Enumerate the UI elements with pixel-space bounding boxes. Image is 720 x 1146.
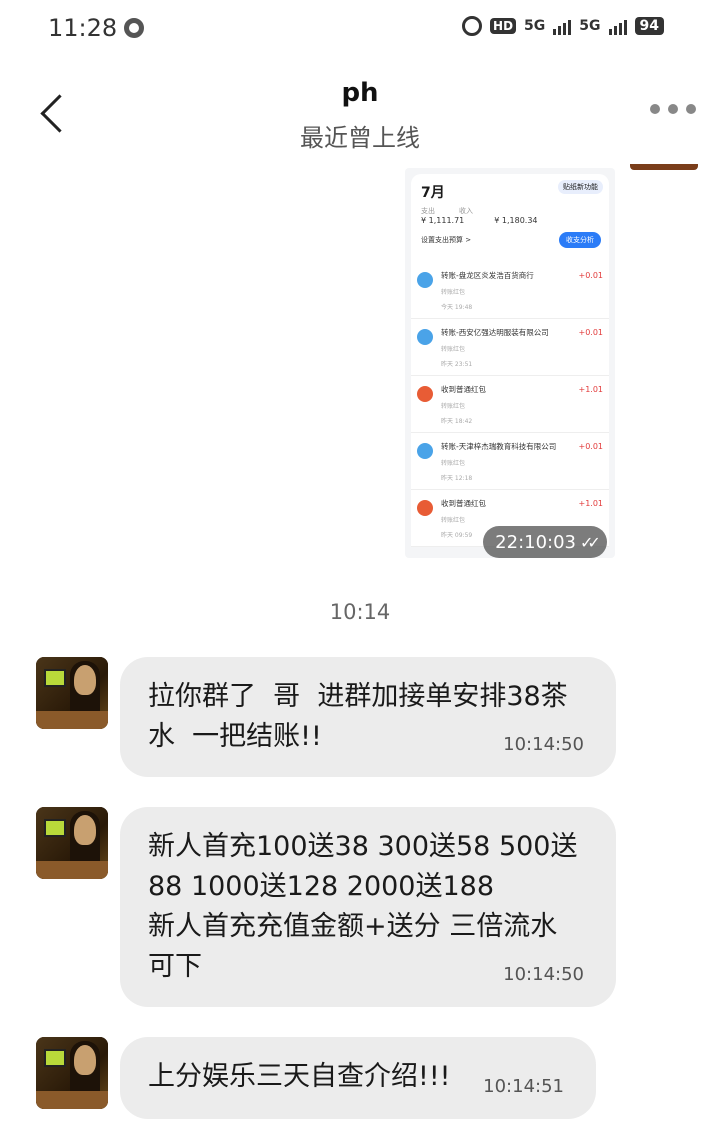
user-icon bbox=[417, 329, 433, 345]
income-amount: ¥ 1,180.34 bbox=[494, 216, 538, 225]
message-time: 10:14:50 bbox=[503, 734, 584, 755]
alarm-icon bbox=[462, 16, 483, 36]
more-options-button[interactable] bbox=[650, 104, 696, 114]
hd-icon: HD bbox=[490, 18, 517, 34]
last-seen-status: 最近曾上线 bbox=[300, 124, 420, 152]
image-timestamp: 22:10:03 ✓✓ bbox=[483, 526, 607, 558]
sim2-label: 5G bbox=[579, 18, 601, 34]
message-bubble[interactable]: 拉你群了 哥 进群加接单安排38茶 水 一把结账!! 10:14:50 bbox=[120, 657, 616, 777]
bill-summary: 7月 贴纸新功能 支出 收入 ¥ 1,111.71 ¥ 1,180.34 设置支出预… bbox=[411, 174, 609, 262]
time-separator: 10:14 bbox=[329, 600, 391, 624]
avatar[interactable] bbox=[36, 657, 108, 729]
previous-image-edge bbox=[630, 164, 698, 170]
transaction-list: 转账-盘龙区炎发浩百货商行 转账红包 今天 19:48 +0.01 转账-西安亿… bbox=[411, 262, 609, 547]
status-time: 11:28 bbox=[48, 14, 118, 42]
analysis-button: 收支分析 bbox=[559, 232, 601, 248]
new-feature-badge: 贴纸新功能 bbox=[558, 180, 603, 194]
list-item: 收到普通红包 转账红包 昨天 18:42 +1.01 bbox=[411, 376, 609, 433]
income-label: 收入 bbox=[459, 207, 473, 215]
signal-icon bbox=[608, 17, 627, 35]
list-item: 转账-西安亿强达明服装有限公司 转账红包 昨天 23:51 +0.01 bbox=[411, 319, 609, 376]
red-packet-icon bbox=[417, 500, 433, 516]
user-icon bbox=[417, 443, 433, 459]
chat-header: ph 最近曾上线 bbox=[0, 60, 720, 170]
signal-icon bbox=[553, 17, 572, 35]
battery-icon: 94 bbox=[634, 17, 664, 35]
status-bar: 11:28 HD 5G 5G 94 bbox=[0, 0, 720, 56]
list-item: 转账-盘龙区炎发浩百货商行 转账红包 今天 19:48 +0.01 bbox=[411, 262, 609, 319]
image-message[interactable]: 7月 贴纸新功能 支出 收入 ¥ 1,111.71 ¥ 1,180.34 设置支出预… bbox=[405, 168, 615, 558]
chrome-icon bbox=[124, 18, 144, 38]
double-check-icon: ✓✓ bbox=[580, 532, 601, 552]
status-icons: HD 5G 5G 94 bbox=[462, 16, 664, 36]
avatar[interactable] bbox=[36, 807, 108, 879]
list-item: 转账-天津梓杰瑞教育科技有限公司 转账红包 昨天 12:18 +0.01 bbox=[411, 433, 609, 490]
message-time: 10:14:50 bbox=[503, 964, 584, 985]
message-bubble[interactable]: 新人首充100送38 300送58 500送 88 1000送128 2000送… bbox=[120, 807, 616, 1007]
chat-title[interactable]: ph bbox=[0, 78, 720, 108]
avatar[interactable] bbox=[36, 1037, 108, 1109]
message-time: 10:14:51 bbox=[483, 1076, 564, 1097]
red-packet-icon bbox=[417, 386, 433, 402]
expense-amount: ¥ 1,111.71 bbox=[421, 216, 465, 225]
message-bubble[interactable]: 上分娱乐三天自查介绍!!! 10:14:51 bbox=[120, 1037, 596, 1119]
expense-label: 支出 bbox=[421, 207, 435, 215]
user-icon bbox=[417, 272, 433, 288]
sim1-label: 5G bbox=[524, 18, 546, 34]
